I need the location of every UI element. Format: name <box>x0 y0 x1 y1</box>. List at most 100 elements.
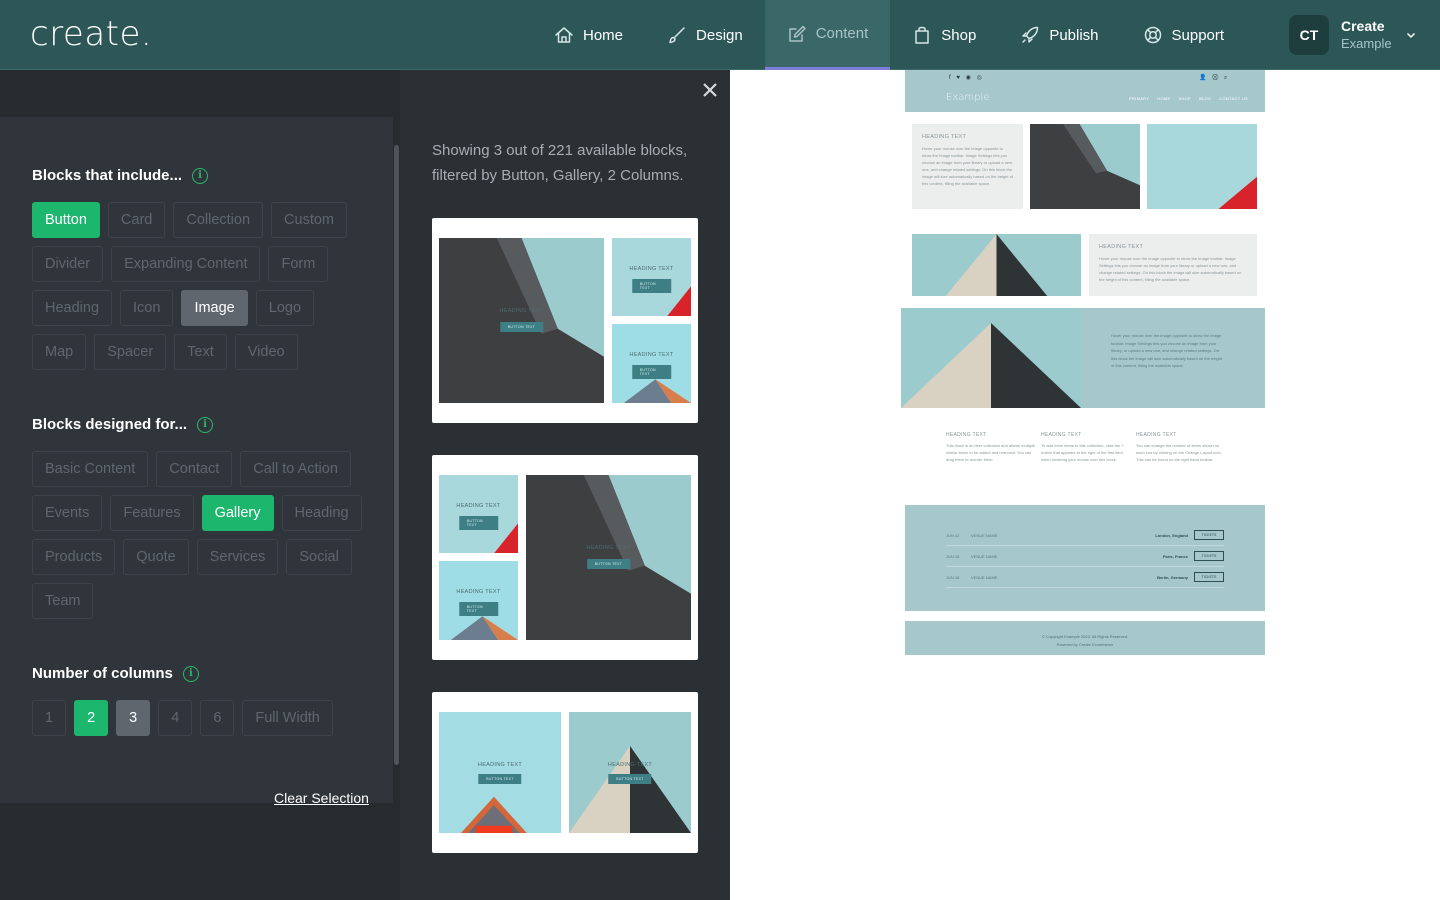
nav-home[interactable]: Home <box>532 0 645 70</box>
close-icon[interactable] <box>700 80 720 100</box>
user-menu[interactable]: CT Create Example <box>1289 15 1416 55</box>
include-chip-image[interactable]: Image <box>181 290 248 326</box>
include-chip-text[interactable]: Text <box>174 334 227 370</box>
clear-selection-link[interactable]: Clear Selection <box>274 790 369 806</box>
include-title-text: Blocks that include... <box>32 167 183 184</box>
block-card-2[interactable]: HEADING TEXT BUTTON TEXT HEADING TEXT BU… <box>432 455 698 660</box>
include-chip-card[interactable]: Card <box>107 202 166 238</box>
include-chip-button[interactable]: Button <box>32 202 100 238</box>
preview-event-row: JUN 12 VENUE NAME London, England TICKET… <box>946 525 1224 546</box>
tile-button: BUTTON TEXT <box>458 516 499 530</box>
nav-home-label: Home <box>583 26 624 44</box>
nav-publish[interactable]: Publish <box>998 0 1120 70</box>
tile-heading: HEADING TEXT <box>456 503 501 509</box>
preview-image <box>901 308 1081 408</box>
columns-title-text: Number of columns <box>32 665 173 682</box>
preview-header: f ♥ ◉ ◎ 👤 ⛒ ⌕ Example PRIMARY HOME SHOP BLO… <box>905 70 1265 112</box>
filter-scrollbar[interactable] <box>394 145 399 765</box>
preview-body: Hover your mouse over the image opposite… <box>922 146 1013 186</box>
preview-nav-item: PRIMARY <box>1129 96 1150 101</box>
nav-support[interactable]: Support <box>1121 0 1247 70</box>
chevron-down-icon[interactable] <box>1406 30 1416 40</box>
include-chip-collection[interactable]: Collection <box>173 202 264 238</box>
preview-footer-copyright: © Copyright Example 2023. All Rights Res… <box>1041 634 1129 639</box>
results-summary: Showing 3 out of 221 available blocks, f… <box>432 142 688 184</box>
include-chip-video[interactable]: Video <box>234 334 298 370</box>
preview-column: HEADING TEXT You can change the number o… <box>1136 432 1226 463</box>
designed-chip-heading[interactable]: Heading <box>281 495 362 531</box>
preview-column: HEADING TEXT This block is an item colle… <box>946 432 1036 463</box>
block-image-tile: HEADING TEXT BUTTON TEXT <box>612 238 691 316</box>
columns-chip-full-width[interactable]: Full Width <box>242 700 333 736</box>
designed-chip-quote[interactable]: Quote <box>123 539 189 575</box>
user-text: Create Example <box>1341 17 1392 53</box>
include-chip-icon[interactable]: Icon <box>120 290 174 326</box>
include-chip-expanding-content[interactable]: Expanding Content <box>111 246 261 282</box>
include-chips: Button Card Collection Custom Divider Expandi… <box>32 202 372 370</box>
preview-nav-item: HOME <box>1157 96 1171 101</box>
event-venue: VENUE NAME <box>971 575 998 580</box>
preview-nav-item: SHOP <box>1178 96 1192 101</box>
columns-chip-6[interactable]: 6 <box>200 700 235 736</box>
preview-social-icons: f ♥ ◉ ◎ <box>949 75 984 81</box>
tile-button: BUTTON TEXT <box>586 559 631 569</box>
top-bar: create. Home Design Content Shop Publish… <box>0 0 1440 70</box>
edit-icon <box>788 25 806 42</box>
preview-body: This block is an item collection and all… <box>946 443 1035 462</box>
preview-text-block: HEADING TEXT Hover your mouse over the i… <box>1089 234 1257 296</box>
columns-chip-4[interactable]: 4 <box>158 700 193 736</box>
nav-publish-label: Publish <box>1049 26 1099 44</box>
preview-heading: HEADING TEXT <box>1099 244 1144 250</box>
info-icon[interactable]: i <box>192 167 209 184</box>
rocket-icon <box>1022 26 1039 43</box>
preview-text-block: HEADING TEXT Hover your mouse over the i… <box>912 124 1023 209</box>
include-chip-heading[interactable]: Heading <box>32 290 113 326</box>
include-chip-custom[interactable]: Custom <box>271 202 347 238</box>
include-chip-spacer[interactable]: Spacer <box>94 334 167 370</box>
designed-chip-features[interactable]: Features <box>110 495 194 531</box>
designed-chip-team[interactable]: Team <box>32 583 94 619</box>
columns-chip-1[interactable]: 1 <box>32 700 67 736</box>
preview-heading: HEADING TEXT <box>1041 432 1082 438</box>
nav-content-label: Content <box>815 25 869 42</box>
designed-chip-services[interactable]: Services <box>196 539 279 575</box>
include-chip-divider[interactable]: Divider <box>32 246 104 282</box>
preview-heading: HEADING TEXT <box>922 134 967 140</box>
columns-chip-2[interactable]: 2 <box>74 700 109 736</box>
designed-chip-products[interactable]: Products <box>32 539 116 575</box>
app-logo[interactable]: create. <box>30 14 152 54</box>
designed-chip-contact[interactable]: Contact <box>156 451 233 487</box>
event-venue: VENUE NAME <box>971 533 998 538</box>
info-icon[interactable]: i <box>197 416 214 433</box>
include-chip-map[interactable]: Map <box>32 334 87 370</box>
columns-section-title: Number of columns i <box>32 665 199 682</box>
designed-section-title: Blocks designed for... i <box>32 416 214 433</box>
nav-shop[interactable]: Shop <box>890 0 998 70</box>
event-tickets-button: TICKETS <box>1194 572 1224 582</box>
user-site: Example <box>1341 36 1392 51</box>
designed-chip-basic-content[interactable]: Basic Content <box>32 451 149 487</box>
include-chip-logo[interactable]: Logo <box>255 290 315 326</box>
block-image-tile: HEADING TEXT BUTTON TEXT <box>612 324 691 403</box>
tile-heading: HEADING TEXT <box>586 545 631 551</box>
preview-image <box>1147 124 1257 209</box>
designed-chip-events[interactable]: Events <box>32 495 103 531</box>
block-card-3[interactable]: HEADING TEXT BUTTON TEXT HEADING TEXT BU… <box>432 692 698 853</box>
nav-design[interactable]: Design <box>645 0 765 70</box>
preview-footer: © Copyright Example 2023. All Rights Res… <box>905 621 1265 655</box>
preview-event-row: JUN 18 VENUE NAME Berlin, Germany TICKET… <box>946 567 1224 588</box>
preview-body: You can change the number of items shown… <box>1136 443 1222 462</box>
designed-chip-social[interactable]: Social <box>286 539 352 575</box>
include-chip-form[interactable]: Form <box>268 246 329 282</box>
preview-events-block: JUN 12 VENUE NAME London, England TICKET… <box>905 505 1265 611</box>
home-icon <box>555 27 573 43</box>
columns-chip-3[interactable]: 3 <box>116 700 151 736</box>
nav-content[interactable]: Content <box>764 0 891 70</box>
preview-nav: PRIMARY HOME SHOP BLOG CONTACT US <box>1129 96 1256 101</box>
preview-wide-block: Hover your mouse over the image opposite… <box>901 308 1265 408</box>
designed-chip-call-to-action[interactable]: Call to Action <box>240 451 351 487</box>
block-card-1[interactable]: HEADING TEXT BUTTON TEXT HEADING TEXT BU… <box>432 218 698 423</box>
tile-heading: HEADING TEXT <box>477 762 523 768</box>
designed-chip-gallery[interactable]: Gallery <box>201 495 274 531</box>
info-icon[interactable]: i <box>182 665 199 682</box>
